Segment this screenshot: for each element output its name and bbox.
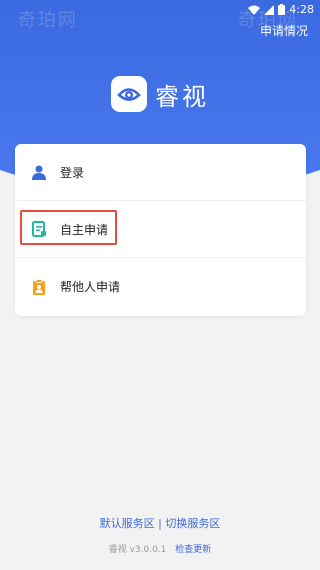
check-update-link[interactable]: 检查更新 xyxy=(175,545,211,555)
apply-status-link[interactable]: 申请情况 xyxy=(260,22,308,39)
brand-name: 睿视 xyxy=(155,82,209,111)
switch-server-link[interactable]: 切换服务区 xyxy=(165,515,220,531)
menu-item-label: 帮他人申请 xyxy=(60,280,121,294)
version-label: 睿视 v3.0.0.1 xyxy=(108,545,167,555)
default-server-link[interactable]: 默认服务区 xyxy=(100,515,155,531)
eye-logo-icon xyxy=(111,76,147,112)
menu-item-label: 登录 xyxy=(60,165,85,180)
signal-icon xyxy=(264,4,275,15)
battery-icon xyxy=(278,4,286,15)
version-row: 睿视 v3.0.0.1 检查更新 xyxy=(0,542,320,555)
menu-item-login[interactable]: 登录 xyxy=(15,144,306,201)
link-separator: | xyxy=(158,517,162,530)
status-time: 4:28 xyxy=(289,3,314,16)
highlight-annotation xyxy=(20,210,117,245)
server-links: 默认服务区 | 切换服务区 xyxy=(0,515,320,531)
brand: 睿视 xyxy=(0,76,320,112)
status-bar: 4:28 xyxy=(0,0,320,20)
menu-item-apply-for-others[interactable]: 帮他人申请 xyxy=(15,258,306,315)
clipboard-user-icon xyxy=(30,278,48,296)
wifi-icon xyxy=(248,5,261,15)
user-icon xyxy=(30,163,48,181)
